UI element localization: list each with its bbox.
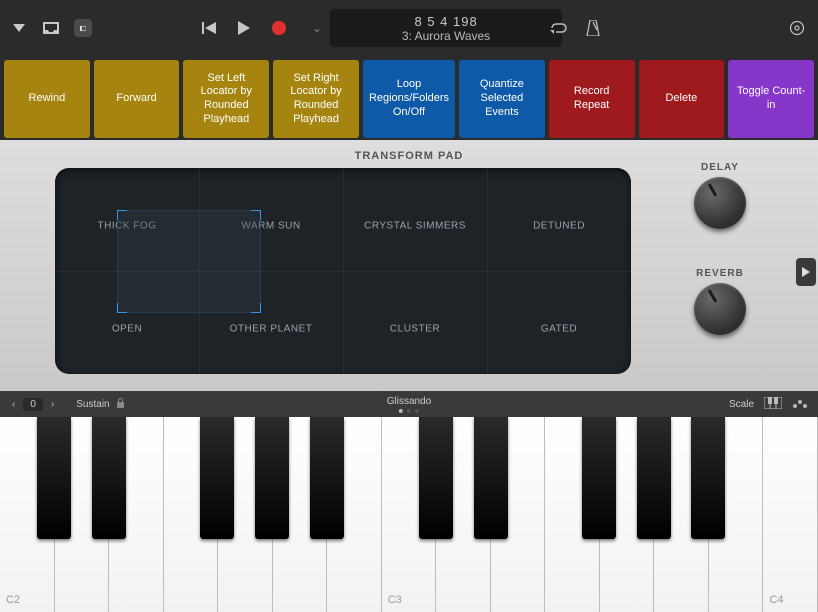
cmd-label: Set Left Locator by Rounded Playhead	[189, 72, 263, 127]
cmd-forward[interactable]: Forward	[94, 60, 180, 138]
cmd-label: Record Repeat	[555, 85, 629, 113]
cmd-loop-regions[interactable]: Loop Regions/Folders On/Off	[363, 60, 455, 138]
inbox-icon[interactable]	[42, 19, 60, 37]
lcd-display[interactable]: 8 5 4 198 3: Aurora Waves	[330, 9, 562, 47]
play-button[interactable]	[238, 21, 250, 35]
preset-label: CRYSTAL SIMMERS	[364, 220, 466, 231]
cmd-label: Forward	[116, 92, 156, 106]
key-label: C3	[388, 594, 402, 606]
cmd-record-repeat[interactable]: Record Repeat	[549, 60, 635, 138]
transform-pad[interactable]: THICK FOG WARM SUN CRYSTAL SIMMERS DETUN…	[55, 168, 631, 374]
black-key[interactable]	[637, 417, 671, 539]
morph-selector[interactable]	[117, 210, 261, 313]
octave-up-button[interactable]: ›	[49, 399, 56, 410]
cmd-label: Loop Regions/Folders On/Off	[369, 78, 449, 119]
white-key[interactable]: C4	[763, 417, 818, 612]
lcd-position: 8 5 4 198	[414, 14, 477, 29]
cmd-set-right-locator[interactable]: Set Right Locator by Rounded Playhead	[273, 60, 359, 138]
lcd-expand-icon[interactable]: ⌄	[312, 21, 322, 35]
key-label: C2	[6, 594, 20, 606]
reverb-knob-group: REVERB	[694, 268, 746, 335]
preset-label: DETUNED	[533, 220, 585, 231]
cycle-icon[interactable]	[550, 19, 568, 37]
metronome-icon[interactable]	[584, 19, 602, 37]
octave-value[interactable]: 0	[23, 398, 43, 411]
cmd-quantize[interactable]: Quantize Selected Events	[459, 60, 545, 138]
keyboard-toolbar: ‹ 0 › Sustain Glissando Scale	[0, 391, 818, 417]
top-toolbar: ⌄ 8 5 4 198 3: Aurora Waves	[0, 0, 818, 56]
black-key[interactable]	[691, 417, 725, 539]
black-key[interactable]	[255, 417, 289, 539]
cmd-toggle-countin[interactable]: Toggle Count-in	[728, 60, 814, 138]
delay-knob-group: DELAY	[694, 162, 746, 229]
cmd-label: Delete	[665, 92, 697, 106]
octave-down-button[interactable]: ‹	[10, 399, 17, 410]
go-to-start-button[interactable]	[202, 21, 216, 35]
preset-label: CLUSTER	[390, 323, 440, 334]
transform-pad-title: TRANSFORM PAD	[0, 150, 818, 162]
panel-next-page-button[interactable]	[796, 258, 816, 286]
menu-dropdown-icon[interactable]	[10, 19, 28, 37]
preset-label: GATED	[541, 323, 577, 334]
black-key[interactable]	[92, 417, 126, 539]
black-key[interactable]	[37, 417, 71, 539]
cmd-rewind[interactable]: Rewind	[4, 60, 90, 138]
cmd-delete[interactable]: Delete	[639, 60, 725, 138]
settings-icon[interactable]	[788, 19, 806, 37]
key-label: C4	[769, 594, 783, 606]
preset-label: OPEN	[112, 323, 142, 334]
mode-text: Glissando	[387, 396, 431, 407]
scale-label: Scale	[729, 399, 754, 410]
delay-knob[interactable]	[694, 177, 746, 229]
reverb-knob[interactable]	[694, 283, 746, 335]
cmd-label: Set Right Locator by Rounded Playhead	[279, 72, 353, 127]
instrument-panel: TRANSFORM PAD THICK FOG WARM SUN CRYSTAL…	[0, 140, 818, 391]
keyboard-mode-label[interactable]: Glissando	[387, 396, 431, 413]
black-key[interactable]	[310, 417, 344, 539]
black-key[interactable]	[200, 417, 234, 539]
cmd-label: Toggle Count-in	[734, 85, 808, 113]
preset-label: OTHER PLANET	[230, 323, 313, 334]
lock-icon[interactable]	[116, 398, 125, 411]
piano-keyboard[interactable]: C2 C3 C4	[0, 417, 818, 612]
cmd-set-left-locator[interactable]: Set Left Locator by Rounded Playhead	[183, 60, 269, 138]
view-icon[interactable]	[74, 19, 92, 37]
key-commands-strip: Rewind Forward Set Left Locator by Round…	[0, 56, 818, 140]
black-key[interactable]	[474, 417, 508, 539]
arpeggiator-icon[interactable]	[792, 397, 808, 412]
black-key[interactable]	[419, 417, 453, 539]
knob-label: DELAY	[701, 162, 739, 173]
cmd-label: Rewind	[29, 92, 66, 106]
keyboard-layout-icon[interactable]	[764, 397, 782, 412]
transport-controls	[202, 21, 286, 35]
record-button[interactable]	[272, 21, 286, 35]
cmd-label: Quantize Selected Events	[465, 78, 539, 119]
knob-label: REVERB	[696, 268, 744, 279]
black-key[interactable]	[582, 417, 616, 539]
lcd-track: 3: Aurora Waves	[402, 29, 490, 43]
sustain-label: Sustain	[76, 399, 109, 410]
